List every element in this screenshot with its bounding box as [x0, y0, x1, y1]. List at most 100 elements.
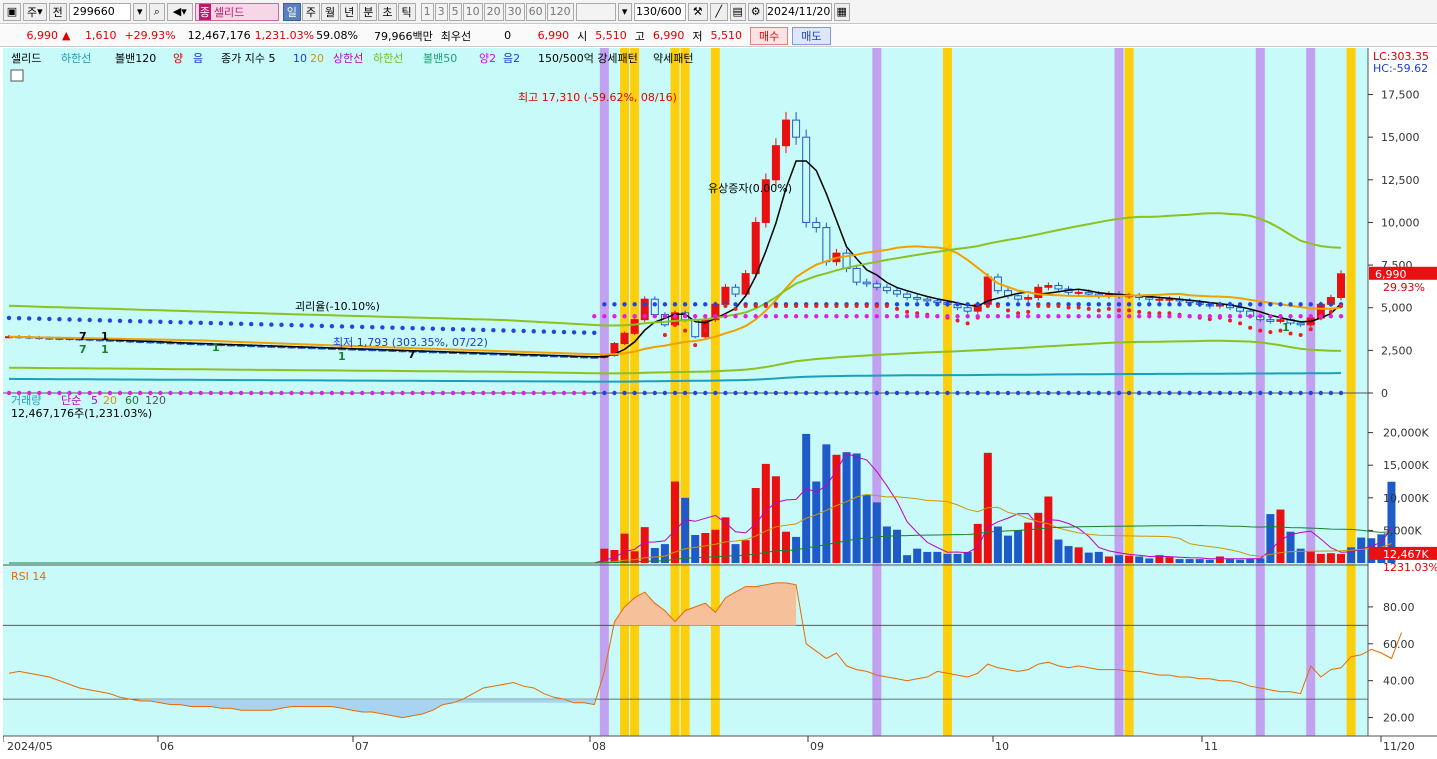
interval-120[interactable]: 120: [546, 2, 574, 21]
date-field[interactable]: 2024/11/20: [765, 2, 832, 21]
red-dot: [683, 328, 688, 333]
blue-dot: [481, 327, 486, 333]
price-tick-label: 2,500: [1381, 344, 1413, 357]
zero-dot: [672, 390, 678, 396]
magenta-dot: [652, 314, 658, 319]
magenta-dot: [1298, 314, 1303, 319]
volume-bar: [711, 529, 720, 563]
volume-bar: [973, 523, 982, 563]
calendar-icon[interactable]: ▦: [833, 2, 850, 21]
name-field[interactable]: 종 셀리드: [194, 2, 279, 21]
volume-bar: [943, 553, 952, 563]
magenta-dot: [430, 390, 436, 396]
magenta-dot: [309, 390, 314, 396]
period-second[interactable]: 초: [378, 2, 397, 21]
date-tick-label: 2024/05: [7, 740, 53, 753]
zero-dot: [975, 390, 980, 396]
red-dot: [763, 304, 768, 309]
zero-dot: [662, 390, 668, 396]
magenta-dot: [470, 390, 476, 396]
magenta-dot: [622, 314, 627, 319]
blue-dot: [713, 302, 718, 307]
indicator-icon[interactable]: ⚒: [687, 2, 708, 21]
date-tick-label: 09: [810, 740, 824, 753]
mode-select-1[interactable]: 주 ▾: [23, 2, 47, 21]
period-minute[interactable]: 분: [359, 2, 378, 21]
magenta-dot: [1066, 314, 1071, 319]
code-dropdown-icon[interactable]: ▾: [132, 2, 147, 21]
window-icon[interactable]: ▣: [3, 2, 21, 21]
date-tick-label: 10: [995, 740, 1009, 753]
volume-bar: [862, 494, 871, 563]
red-dot: [834, 304, 839, 309]
zero-dot: [743, 390, 748, 396]
count-field[interactable]: 130/600: [633, 2, 686, 21]
zero-dot: [1278, 390, 1283, 396]
interval-30[interactable]: 30: [504, 2, 525, 21]
up-arrow-icon: ▲: [62, 29, 71, 42]
blue-dot: [1147, 302, 1152, 307]
blue-dot: [370, 324, 375, 330]
up-candle: [1024, 296, 1033, 300]
settings-icon[interactable]: ⚙: [747, 2, 764, 21]
magenta-dot: [904, 314, 910, 319]
magenta-dot: [561, 390, 567, 396]
period-month[interactable]: 월: [321, 2, 340, 21]
red-dot: [1238, 321, 1243, 326]
blue-dot: [1086, 302, 1091, 307]
magenta-dot: [218, 390, 224, 396]
period-day[interactable]: 일: [282, 2, 301, 21]
blue-dot: [975, 302, 980, 307]
volume-bar: [1004, 535, 1012, 563]
down-candle: [893, 290, 901, 295]
code-input[interactable]: 299660: [68, 2, 131, 21]
stock-chart[interactable]: 최고 17,310 (-59.62%, 08/16)최저 1,793 (303.…: [2, 48, 1437, 756]
zero-dot: [713, 390, 718, 396]
best-label: 최우선: [440, 29, 472, 43]
red-dot: [844, 304, 849, 309]
red-dot: [723, 304, 728, 309]
volume-bar: [1195, 559, 1204, 563]
custom-interval-input[interactable]: [575, 2, 616, 21]
zero-dot: [1197, 390, 1202, 396]
legend-lower2: 하한선: [373, 51, 403, 65]
red-dot: [995, 304, 1000, 309]
magenta-dot: [349, 390, 355, 396]
period-year[interactable]: 년: [340, 2, 359, 21]
zero-dot: [945, 390, 950, 396]
chart-area[interactable]: 최고 17,310 (-59.62%, 08/16) 최저 1,793 (303.…: [2, 48, 1437, 756]
blue-dot: [1106, 302, 1112, 307]
mode-select-2[interactable]: 전: [48, 2, 67, 21]
interval-10[interactable]: 10: [462, 2, 483, 21]
speaker-icon[interactable]: ◀▾: [166, 2, 193, 21]
blue-dot: [1096, 302, 1102, 307]
buy-button[interactable]: 매수: [750, 26, 789, 45]
period-week[interactable]: 주: [301, 2, 321, 21]
zero-dot: [1338, 390, 1344, 396]
chart-type-icon[interactable]: ╱: [709, 2, 728, 21]
zero-dot: [985, 390, 991, 396]
volume-ma120: 120: [145, 394, 166, 407]
interval-20[interactable]: 20: [483, 2, 504, 21]
volume-bar: [1296, 548, 1305, 563]
save-icon[interactable]: ▤: [729, 2, 746, 21]
interval-3[interactable]: 3: [434, 2, 448, 21]
search-icon[interactable]: ⌕: [148, 2, 165, 21]
deviation-annotation: 괴리율(-10.10%): [295, 300, 380, 313]
blue-dot: [1207, 302, 1213, 307]
blue-dot: [168, 319, 173, 325]
interval-60[interactable]: 60: [525, 2, 546, 21]
custom-interval-dropdown-icon[interactable]: ▾: [617, 2, 632, 21]
magenta-dot: [97, 390, 103, 396]
blue-dot: [622, 302, 627, 307]
interval-1[interactable]: 1: [420, 2, 434, 21]
sell-button[interactable]: 매도: [792, 26, 831, 45]
magenta-dot: [884, 314, 890, 319]
red-dot: [1076, 305, 1081, 310]
period-tick[interactable]: 틱: [397, 2, 416, 21]
red-dot: [884, 304, 889, 309]
interval-5[interactable]: 5: [448, 2, 462, 21]
blue-dot: [1187, 302, 1192, 307]
magenta-dot: [692, 314, 698, 319]
magenta-dot: [1318, 314, 1324, 319]
